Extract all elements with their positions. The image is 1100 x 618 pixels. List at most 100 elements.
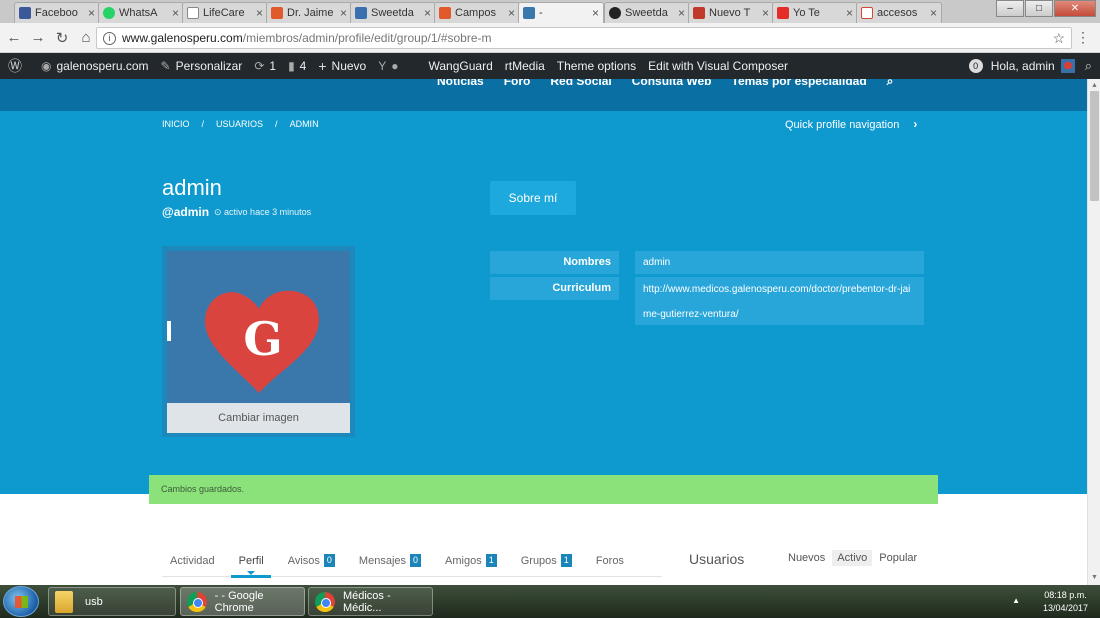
maximize-button[interactable]: □ bbox=[1025, 0, 1053, 17]
site-navigation: Noticias Foro Red Social Consulta Web Te… bbox=[0, 79, 1087, 111]
theme-options-link[interactable]: Theme options bbox=[557, 59, 636, 73]
minimize-button[interactable]: – bbox=[996, 0, 1024, 17]
page-scrollbar[interactable]: ▲ ▼ bbox=[1087, 79, 1100, 585]
nav-item-red-social[interactable]: Red Social bbox=[550, 79, 611, 89]
close-icon[interactable]: × bbox=[88, 6, 95, 20]
nav-item-consulta-web[interactable]: Consulta Web bbox=[632, 79, 712, 89]
profile-name: admin bbox=[162, 175, 222, 200]
count-badge: 1 bbox=[560, 554, 572, 567]
back-button[interactable]: ← bbox=[2, 29, 26, 46]
updates-link[interactable]: ⟳ 1 bbox=[254, 59, 276, 73]
taskbar-item-chrome[interactable]: - - Google Chrome bbox=[180, 587, 305, 616]
browser-tab-sweetdata[interactable]: Sweetda × bbox=[350, 2, 436, 23]
comments-link[interactable]: ▮ 4 bbox=[288, 59, 306, 73]
breadcrumb-separator: / bbox=[201, 119, 205, 129]
subnav-item-perfil[interactable]: Perfil bbox=[230, 555, 271, 578]
chrome-icon bbox=[315, 591, 335, 612]
subnav-item-grupos[interactable]: Grupos 1 bbox=[513, 554, 572, 567]
github-icon bbox=[609, 7, 621, 19]
info-icon[interactable]: i bbox=[103, 31, 116, 45]
bookmark-star-icon[interactable]: ☆ bbox=[1052, 30, 1065, 47]
wp-admin-bar: Ⓦ ◉ galenosperu.com ✎ Personalizar ⟳ 1 ▮ 4 +… bbox=[0, 53, 1100, 79]
field-label-curriculum: Curriculum bbox=[490, 277, 619, 300]
change-image-button[interactable]: Cambiar imagen bbox=[167, 403, 350, 433]
browser-tab-youtube[interactable]: Yo Te × bbox=[772, 2, 858, 23]
tab-label: Faceboo bbox=[35, 7, 78, 19]
breadcrumb-users[interactable]: USUARIOS bbox=[216, 119, 263, 129]
browser-tab-gmail[interactable]: accesos × bbox=[856, 2, 942, 23]
widget-tab-activo[interactable]: Activo bbox=[832, 550, 873, 566]
profile-avatar: G bbox=[167, 251, 350, 403]
close-icon[interactable]: × bbox=[930, 6, 937, 20]
subnav-item-mensajes[interactable]: Mensajes 0 bbox=[351, 554, 422, 567]
plus-icon: + bbox=[318, 58, 327, 74]
close-icon[interactable]: × bbox=[678, 6, 685, 20]
tab-label: Nuevo T bbox=[709, 7, 751, 19]
subnav-item-foros[interactable]: Foros bbox=[588, 555, 624, 567]
notifications-badge[interactable]: 0 bbox=[968, 59, 983, 73]
scroll-thumb[interactable] bbox=[1090, 91, 1099, 201]
scroll-down-arrow-icon[interactable]: ▼ bbox=[1088, 571, 1100, 585]
browser-tab-nuevo[interactable]: Nuevo T × bbox=[688, 2, 774, 23]
profile-handle: @admin bbox=[162, 205, 210, 219]
about-me-button[interactable]: Sobre mí bbox=[490, 181, 576, 215]
subnav-label: Amigos bbox=[445, 554, 482, 567]
tray-expand-icon[interactable]: ▲ bbox=[1012, 596, 1020, 605]
start-button[interactable] bbox=[3, 586, 39, 617]
wordpress-logo-icon[interactable]: Ⓦ bbox=[8, 56, 27, 76]
breadcrumb-home[interactable]: INICIO bbox=[162, 119, 190, 129]
close-icon[interactable]: × bbox=[508, 6, 515, 20]
browser-tab-active[interactable]: - × bbox=[518, 2, 604, 23]
browser-tab-facebook[interactable]: Faceboo × bbox=[14, 2, 100, 23]
reload-button[interactable]: ↻ bbox=[50, 29, 74, 47]
yoast-link[interactable]: Y ● bbox=[378, 59, 416, 73]
chrome-icon bbox=[187, 591, 207, 612]
visual-composer-link[interactable]: Edit with Visual Composer bbox=[648, 59, 788, 73]
browser-tab-campos[interactable]: Campos × bbox=[434, 2, 520, 23]
close-icon[interactable]: × bbox=[592, 6, 599, 20]
close-icon[interactable]: × bbox=[256, 6, 263, 20]
field-value-curriculum[interactable]: http://www.medicos.galenosperu.com/docto… bbox=[635, 277, 924, 325]
address-bar[interactable]: i www.galenosperu.com/miembros/admin/pro… bbox=[96, 27, 1072, 49]
taskbar-item-usb[interactable]: usb bbox=[48, 587, 176, 616]
wangguard-link[interactable]: WangGuard bbox=[429, 59, 493, 73]
browser-menu-icon[interactable]: ⋮ bbox=[1076, 29, 1090, 46]
forward-button[interactable]: → bbox=[26, 29, 50, 46]
widget-tab-nuevos[interactable]: Nuevos bbox=[783, 550, 830, 566]
heart-logo-icon: G bbox=[167, 290, 319, 393]
nav-item-temas[interactable]: Temas por especialidad bbox=[732, 79, 867, 89]
browser-tab-whatsapp[interactable]: WhatsA × bbox=[98, 2, 184, 23]
search-icon[interactable]: ⌕ bbox=[887, 79, 894, 89]
rtmedia-link[interactable]: rtMedia bbox=[505, 59, 545, 73]
widget-tab-popular[interactable]: Popular bbox=[874, 550, 922, 566]
profile-header: INICIO / USUARIOS / ADMIN Quick profile … bbox=[0, 111, 1087, 504]
nav-item-noticias[interactable]: Noticias bbox=[437, 79, 484, 89]
tab-label: accesos bbox=[877, 7, 918, 19]
home-button[interactable]: ⌂ bbox=[74, 29, 98, 46]
window-close-button[interactable]: ✕ bbox=[1054, 0, 1096, 17]
subnav-item-actividad[interactable]: Actividad bbox=[162, 555, 215, 567]
browser-tab-sweetdata-2[interactable]: Sweetda × bbox=[604, 2, 690, 23]
close-icon[interactable]: × bbox=[846, 6, 853, 20]
quick-profile-navigation[interactable]: Quick profile navigation › bbox=[785, 117, 917, 131]
browser-tab-lifecare[interactable]: LifeCare × bbox=[182, 2, 268, 23]
subnav-item-amigos[interactable]: Amigos 1 bbox=[437, 554, 497, 567]
new-content-link[interactable]: + Nuevo bbox=[318, 58, 366, 74]
customize-link[interactable]: ✎ Personalizar bbox=[161, 59, 243, 73]
breadcrumb: INICIO / USUARIOS / ADMIN bbox=[162, 119, 331, 129]
close-icon[interactable]: × bbox=[424, 6, 431, 20]
admin-avatar[interactable] bbox=[1060, 59, 1075, 73]
url-host: www.galenosperu.com bbox=[122, 31, 243, 45]
site-name-link[interactable]: ◉ galenosperu.com bbox=[41, 59, 149, 73]
close-icon[interactable]: × bbox=[172, 6, 179, 20]
browser-tab-dr-jaime[interactable]: Dr. Jaime × bbox=[266, 2, 352, 23]
close-icon[interactable]: × bbox=[762, 6, 769, 20]
taskbar-item-medicos[interactable]: Médicos - Médic... bbox=[308, 587, 433, 616]
account-greeting[interactable]: Hola, admin bbox=[991, 59, 1055, 73]
nav-item-foro[interactable]: Foro bbox=[504, 79, 531, 89]
subnav-item-avisos[interactable]: Avisos 0 bbox=[280, 554, 335, 567]
clock-icon: ⊙ bbox=[214, 207, 225, 217]
system-clock[interactable]: 08:18 p.m. 13/04/2017 bbox=[1043, 589, 1088, 615]
search-icon[interactable]: ⌕ bbox=[1085, 58, 1092, 74]
close-icon[interactable]: × bbox=[340, 6, 347, 20]
